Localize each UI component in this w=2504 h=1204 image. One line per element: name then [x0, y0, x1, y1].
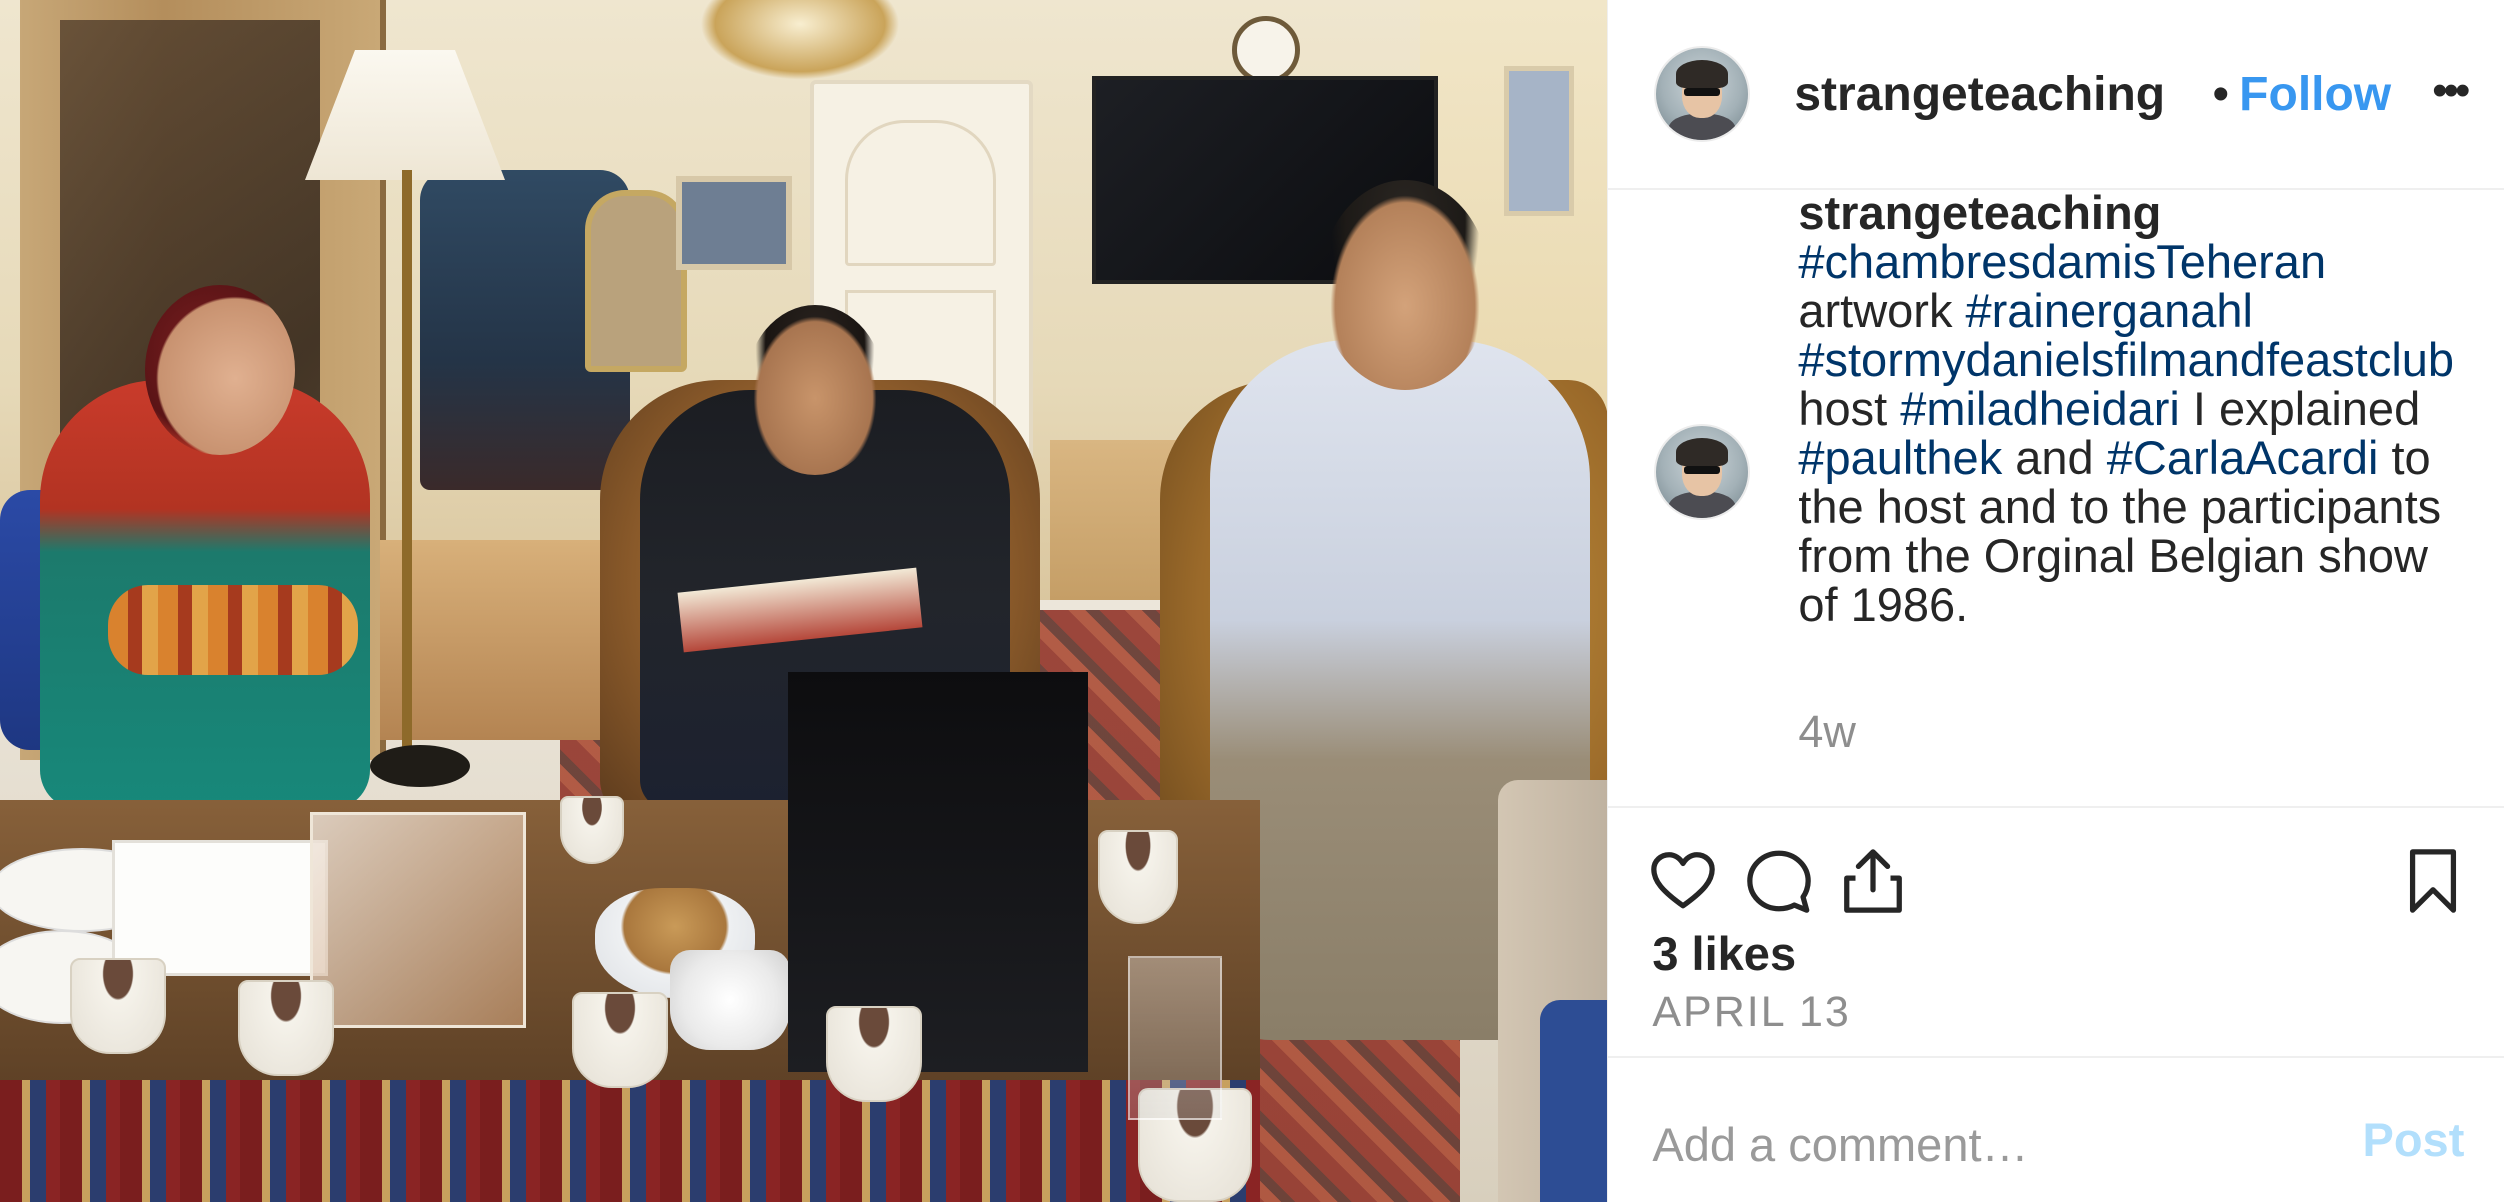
photo-cup: [70, 958, 166, 1054]
post-comment-button[interactable]: Post: [2363, 1112, 2465, 1167]
photo-pillow: [108, 585, 358, 675]
photo-table-runner: [0, 1080, 1260, 1202]
photo-wall-picture: [1504, 66, 1574, 216]
photo-chandelier: [700, 0, 900, 80]
photo-person-center-head: [745, 305, 885, 475]
caption-avatar[interactable]: [1654, 424, 1751, 520]
photo-cup: [238, 980, 334, 1076]
photo-door-panel: [845, 120, 996, 266]
photo-lamp-base: [370, 745, 470, 787]
caption-hashtag[interactable]: #CarlaAcardi: [2107, 431, 2379, 484]
photo-lamp-pole: [402, 170, 412, 770]
caption-text-segment: artwork: [1798, 284, 1966, 337]
comment-input[interactable]: [1652, 1114, 2333, 1174]
avatar-glasses: [1684, 466, 1721, 474]
comment-bar: Post: [1608, 1056, 2504, 1204]
caption-username[interactable]: strangeteaching: [1798, 186, 2161, 239]
avatar-hair: [1676, 60, 1729, 88]
likes-count[interactable]: 3 likes: [1652, 926, 1796, 981]
post-caption: strangeteaching #chambresdamisTeheran ar…: [1608, 188, 2504, 806]
photo-cup: [560, 796, 624, 864]
post-photo[interactable]: [0, 0, 1608, 1202]
photo-mirror: [585, 190, 687, 372]
bookmark-icon[interactable]: [2398, 846, 2468, 916]
comment-icon[interactable]: [1744, 846, 1814, 916]
header-username[interactable]: strangeteaching: [1794, 67, 2206, 122]
caption-text: strangeteaching #chambresdamisTeheran ar…: [1798, 188, 2478, 629]
post-actions: 3 likes APRIL 13: [1608, 806, 2504, 1058]
heart-icon[interactable]: [1648, 846, 1718, 916]
photo-side-table: [380, 540, 620, 740]
photo-sugar-bowl: [670, 950, 790, 1050]
caption-text-segment: host: [1798, 382, 1901, 435]
photo-clock: [1232, 16, 1300, 84]
caption-hashtag[interactable]: #chambresdamisTeheran: [1798, 235, 2326, 288]
photo-cup: [1098, 830, 1178, 924]
photo-person-left-head: [145, 285, 295, 455]
follow-button[interactable]: Follow: [2239, 67, 2391, 122]
post-date[interactable]: APRIL 13: [1652, 988, 1850, 1037]
photo-glass: [1128, 956, 1222, 1120]
caption-text-segment: I explained: [2179, 382, 2421, 435]
caption-text-segment: and: [2002, 431, 2107, 484]
photo-candy-bowl: [310, 812, 526, 1028]
avatar-body: [1668, 492, 1737, 518]
photo-cup: [572, 992, 668, 1088]
photo-cup: [826, 1006, 922, 1102]
share-icon[interactable]: [1838, 846, 1908, 916]
photo-wall-picture: [676, 176, 792, 270]
instagram-post-view: strangeteaching • Follow ••• strangeteac…: [0, 0, 2504, 1202]
caption-hashtag[interactable]: #miladheidari: [1900, 382, 2180, 435]
caption-timestamp[interactable]: 4w: [1798, 706, 1856, 758]
post-header: strangeteaching • Follow •••: [1608, 0, 2504, 190]
more-options-icon[interactable]: •••: [2432, 66, 2470, 116]
post-sidebar: strangeteaching • Follow ••• strangeteac…: [1607, 0, 2504, 1202]
avatar-hair: [1676, 438, 1729, 466]
avatar[interactable]: [1654, 46, 1751, 142]
photo-sweets-box: [112, 840, 328, 976]
header-separator: •: [2212, 67, 2230, 121]
photo-person-right-head: [1320, 180, 1490, 390]
avatar-body: [1668, 114, 1737, 140]
caption-hashtag[interactable]: #stormydanielsfilmandfeastclub: [1798, 333, 2454, 386]
caption-hashtag[interactable]: #paulthek: [1798, 431, 2002, 484]
avatar-glasses: [1684, 88, 1721, 96]
photo-blue-cushion: [1540, 1000, 1608, 1202]
caption-hashtag[interactable]: #rainerganahl: [1966, 284, 2253, 337]
